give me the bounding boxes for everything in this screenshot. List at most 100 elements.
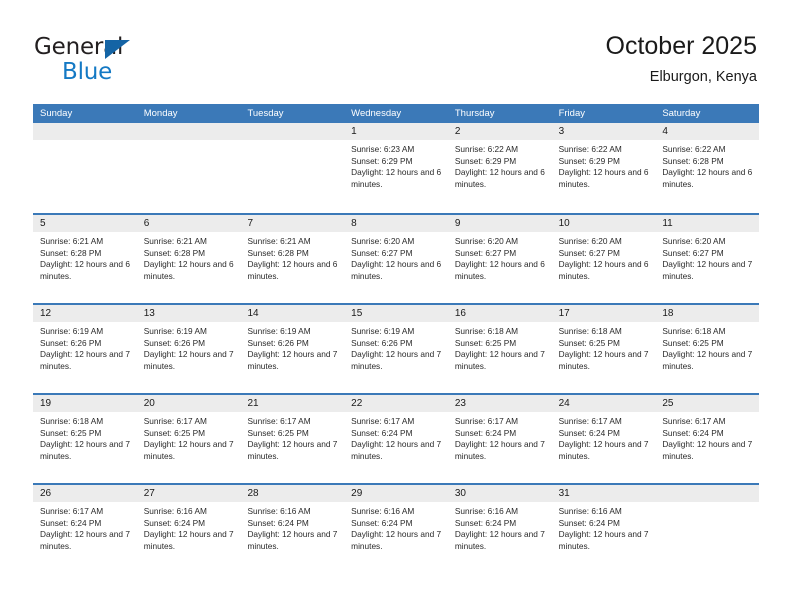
- calendar-day-cell[interactable]: 8 Sunrise: 6:20 AM Sunset: 6:27 PM Daylight…: [344, 215, 448, 303]
- sunset-text: Sunset: 6:24 PM: [558, 517, 620, 528]
- sunset-text: Sunset: 6:25 PM: [247, 427, 309, 438]
- daylight-text: Daylight: 12 hours and 6 minutes.: [558, 167, 649, 189]
- title-block: October 2025 Elburgon, Kenya: [606, 30, 758, 88]
- day-sun-info: Sunrise: 6:18 AM Sunset: 6:25 PM Daylight:…: [655, 322, 759, 372]
- brand-name-secondary: Blue: [62, 59, 113, 85]
- daylight-text: Daylight: 12 hours and 6 minutes.: [40, 259, 130, 281]
- calendar-day-cell[interactable]: 5 Sunrise: 6:21 AM Sunset: 6:28 PM Daylight…: [33, 215, 137, 303]
- calendar-day-cell[interactable]: 9 Sunrise: 6:20 AM Sunset: 6:27 PM Daylight…: [447, 215, 552, 303]
- calendar-day-cell-empty: [33, 123, 137, 213]
- calendar-day-cell[interactable]: 14 Sunrise: 6:19 AM Sunset: 6:26 PM Dayligh…: [240, 305, 345, 393]
- calendar-day-cell[interactable]: 18 Sunrise: 6:18 AM Sunset: 6:25 PM Dayligh…: [655, 305, 760, 393]
- daylight-text: Daylight: 12 hours and 6 minutes.: [247, 259, 338, 281]
- sunset-text: Sunset: 6:25 PM: [662, 337, 724, 348]
- calendar-day-cell[interactable]: 7 Sunrise: 6:21 AM Sunset: 6:28 PM Daylight…: [240, 215, 345, 303]
- day-number: 14: [240, 305, 345, 322]
- calendar-day-cell[interactable]: 30 Sunrise: 6:16 AM Sunset: 6:24 PM Dayligh…: [447, 485, 552, 573]
- day-of-week-header: Tuesday: [247, 108, 284, 119]
- daylight-text: Daylight: 12 hours and 7 minutes.: [247, 349, 338, 371]
- calendar-day-cell[interactable]: 13 Sunrise: 6:19 AM Sunset: 6:26 PM Dayligh…: [136, 305, 241, 393]
- calendar-day-cell[interactable]: 28 Sunrise: 6:16 AM Sunset: 6:24 PM Dayligh…: [240, 485, 345, 573]
- calendar-day-cell[interactable]: 31 Sunrise: 6:16 AM Sunset: 6:24 PM Dayligh…: [551, 485, 656, 573]
- sunset-text: Sunset: 6:24 PM: [454, 427, 517, 438]
- calendar-week-row: 19 Sunrise: 6:18 AM Sunset: 6:25 PM Dayligh…: [33, 393, 760, 483]
- sunrise-text: Sunrise: 6:23 AM: [351, 144, 415, 154]
- calendar-day-cell[interactable]: 2 Sunrise: 6:22 AM Sunset: 6:29 PM Daylight…: [447, 123, 552, 213]
- calendar-day-cell[interactable]: 26 Sunrise: 6:17 AM Sunset: 6:24 PM Dayligh…: [33, 485, 137, 573]
- sunset-text: Sunset: 6:25 PM: [454, 337, 517, 348]
- sunrise-text: Sunrise: 6:16 AM: [247, 506, 311, 516]
- day-sun-info: Sunrise: 6:20 AM Sunset: 6:27 PM Daylight:…: [448, 232, 552, 282]
- calendar-day-cell[interactable]: 12 Sunrise: 6:19 AM Sunset: 6:26 PM Dayligh…: [33, 305, 137, 393]
- calendar-day-cell[interactable]: 21 Sunrise: 6:17 AM Sunset: 6:25 PM Dayligh…: [240, 395, 345, 483]
- daylight-text: Daylight: 12 hours and 7 minutes.: [351, 349, 442, 371]
- calendar-day-cell[interactable]: 16 Sunrise: 6:18 AM Sunset: 6:25 PM Dayligh…: [447, 305, 552, 393]
- calendar-day-cell[interactable]: 17 Sunrise: 6:18 AM Sunset: 6:25 PM Dayligh…: [551, 305, 656, 393]
- sunset-text: Sunset: 6:25 PM: [143, 427, 206, 438]
- calendar-day-cell[interactable]: 15 Sunrise: 6:19 AM Sunset: 6:26 PM Dayligh…: [344, 305, 448, 393]
- day-of-week-header-row: Sunday Monday Tuesday Wednesday Thursday Frid…: [33, 104, 759, 123]
- sunset-text: Sunset: 6:26 PM: [40, 337, 102, 348]
- calendar-day-cell[interactable]: 10 Sunrise: 6:20 AM Sunset: 6:27 PM Dayligh…: [551, 215, 656, 303]
- calendar-day-cell[interactable]: 1 Sunrise: 6:23 AM Sunset: 6:29 PM Daylight…: [344, 123, 448, 213]
- day-sun-info: Sunrise: 6:17 AM Sunset: 6:25 PM Daylight:…: [137, 412, 241, 462]
- calendar-day-cell[interactable]: 27 Sunrise: 6:16 AM Sunset: 6:24 PM Dayligh…: [136, 485, 241, 573]
- brand-logo[interactable]: General Blue: [34, 34, 234, 90]
- day-number: 5: [33, 215, 137, 232]
- calendar-weeks: 1 Sunrise: 6:23 AM Sunset: 6:29 PM Daylight…: [33, 123, 760, 573]
- day-number: 27: [136, 485, 241, 502]
- day-sun-info: Sunrise: 6:19 AM Sunset: 6:26 PM Daylight:…: [33, 322, 137, 372]
- calendar-day-cell[interactable]: 29 Sunrise: 6:16 AM Sunset: 6:24 PM Dayligh…: [344, 485, 448, 573]
- daylight-text: Daylight: 12 hours and 6 minutes.: [351, 167, 442, 189]
- calendar-day-cell[interactable]: 20 Sunrise: 6:17 AM Sunset: 6:25 PM Dayligh…: [136, 395, 241, 483]
- calendar-week-row: 26 Sunrise: 6:17 AM Sunset: 6:24 PM Dayligh…: [33, 483, 760, 573]
- sunset-text: Sunset: 6:26 PM: [351, 337, 413, 348]
- calendar-day-cell[interactable]: 23 Sunrise: 6:17 AM Sunset: 6:24 PM Dayligh…: [447, 395, 552, 483]
- daylight-text: Daylight: 12 hours and 6 minutes.: [454, 259, 545, 281]
- sunset-text: Sunset: 6:24 PM: [40, 517, 102, 528]
- sunset-text: Sunset: 6:28 PM: [40, 247, 102, 258]
- day-number: 15: [344, 305, 448, 322]
- day-number: 19: [33, 395, 137, 412]
- day-sun-info: Sunrise: 6:21 AM Sunset: 6:28 PM Daylight:…: [240, 232, 344, 282]
- daylight-text: Daylight: 12 hours and 6 minutes.: [351, 259, 442, 281]
- day-sun-info: Sunrise: 6:16 AM Sunset: 6:24 PM Daylight:…: [240, 502, 344, 552]
- day-number: [655, 485, 760, 502]
- sunrise-text: Sunrise: 6:16 AM: [351, 506, 415, 516]
- sunrise-text: Sunrise: 6:16 AM: [558, 506, 622, 516]
- page-title: October 2025: [605, 32, 758, 60]
- day-sun-info: Sunrise: 6:18 AM Sunset: 6:25 PM Daylight:…: [448, 322, 552, 372]
- day-sun-info: Sunrise: 6:20 AM Sunset: 6:27 PM Daylight:…: [552, 232, 656, 282]
- day-number: 29: [344, 485, 448, 502]
- calendar-day-cell[interactable]: 6 Sunrise: 6:21 AM Sunset: 6:28 PM Daylight…: [136, 215, 241, 303]
- calendar-day-cell[interactable]: 25 Sunrise: 6:17 AM Sunset: 6:24 PM Dayligh…: [655, 395, 760, 483]
- sunset-text: Sunset: 6:27 PM: [558, 247, 620, 258]
- day-sun-info: Sunrise: 6:21 AM Sunset: 6:28 PM Daylight:…: [33, 232, 137, 282]
- calendar-day-cell[interactable]: 4 Sunrise: 6:22 AM Sunset: 6:28 PM Daylight…: [655, 123, 760, 213]
- day-sun-info: Sunrise: 6:17 AM Sunset: 6:24 PM Daylight:…: [655, 412, 759, 462]
- sunset-text: Sunset: 6:24 PM: [558, 427, 620, 438]
- daylight-text: Daylight: 12 hours and 7 minutes.: [40, 349, 130, 371]
- day-sun-info: Sunrise: 6:20 AM Sunset: 6:27 PM Daylight:…: [344, 232, 448, 282]
- sunrise-text: Sunrise: 6:17 AM: [247, 416, 311, 426]
- sunrise-text: Sunrise: 6:20 AM: [558, 236, 622, 246]
- day-sun-info: Sunrise: 6:19 AM Sunset: 6:26 PM Daylight:…: [344, 322, 448, 372]
- calendar-day-cell[interactable]: 19 Sunrise: 6:18 AM Sunset: 6:25 PM Dayligh…: [33, 395, 137, 483]
- day-number: 4: [655, 123, 760, 140]
- day-sun-info: Sunrise: 6:19 AM Sunset: 6:26 PM Daylight:…: [137, 322, 241, 372]
- calendar-day-cell[interactable]: 22 Sunrise: 6:17 AM Sunset: 6:24 PM Dayligh…: [344, 395, 448, 483]
- daylight-text: Daylight: 12 hours and 7 minutes.: [40, 439, 130, 461]
- daylight-text: Daylight: 12 hours and 7 minutes.: [143, 349, 234, 371]
- day-number: 12: [33, 305, 137, 322]
- calendar-day-cell[interactable]: 11 Sunrise: 6:20 AM Sunset: 6:27 PM Dayligh…: [655, 215, 760, 303]
- sunrise-text: Sunrise: 6:17 AM: [40, 506, 104, 516]
- calendar-day-cell[interactable]: 3 Sunrise: 6:22 AM Sunset: 6:29 PM Daylight…: [551, 123, 656, 213]
- day-number: 10: [551, 215, 656, 232]
- daylight-text: Daylight: 12 hours and 7 minutes.: [662, 259, 753, 281]
- daylight-text: Daylight: 12 hours and 7 minutes.: [558, 529, 649, 551]
- sunset-text: Sunset: 6:24 PM: [143, 517, 206, 528]
- calendar-day-cell[interactable]: 24 Sunrise: 6:17 AM Sunset: 6:24 PM Dayligh…: [551, 395, 656, 483]
- calendar-day-cell-empty: [240, 123, 345, 213]
- day-number: [136, 123, 241, 140]
- day-number: 30: [447, 485, 552, 502]
